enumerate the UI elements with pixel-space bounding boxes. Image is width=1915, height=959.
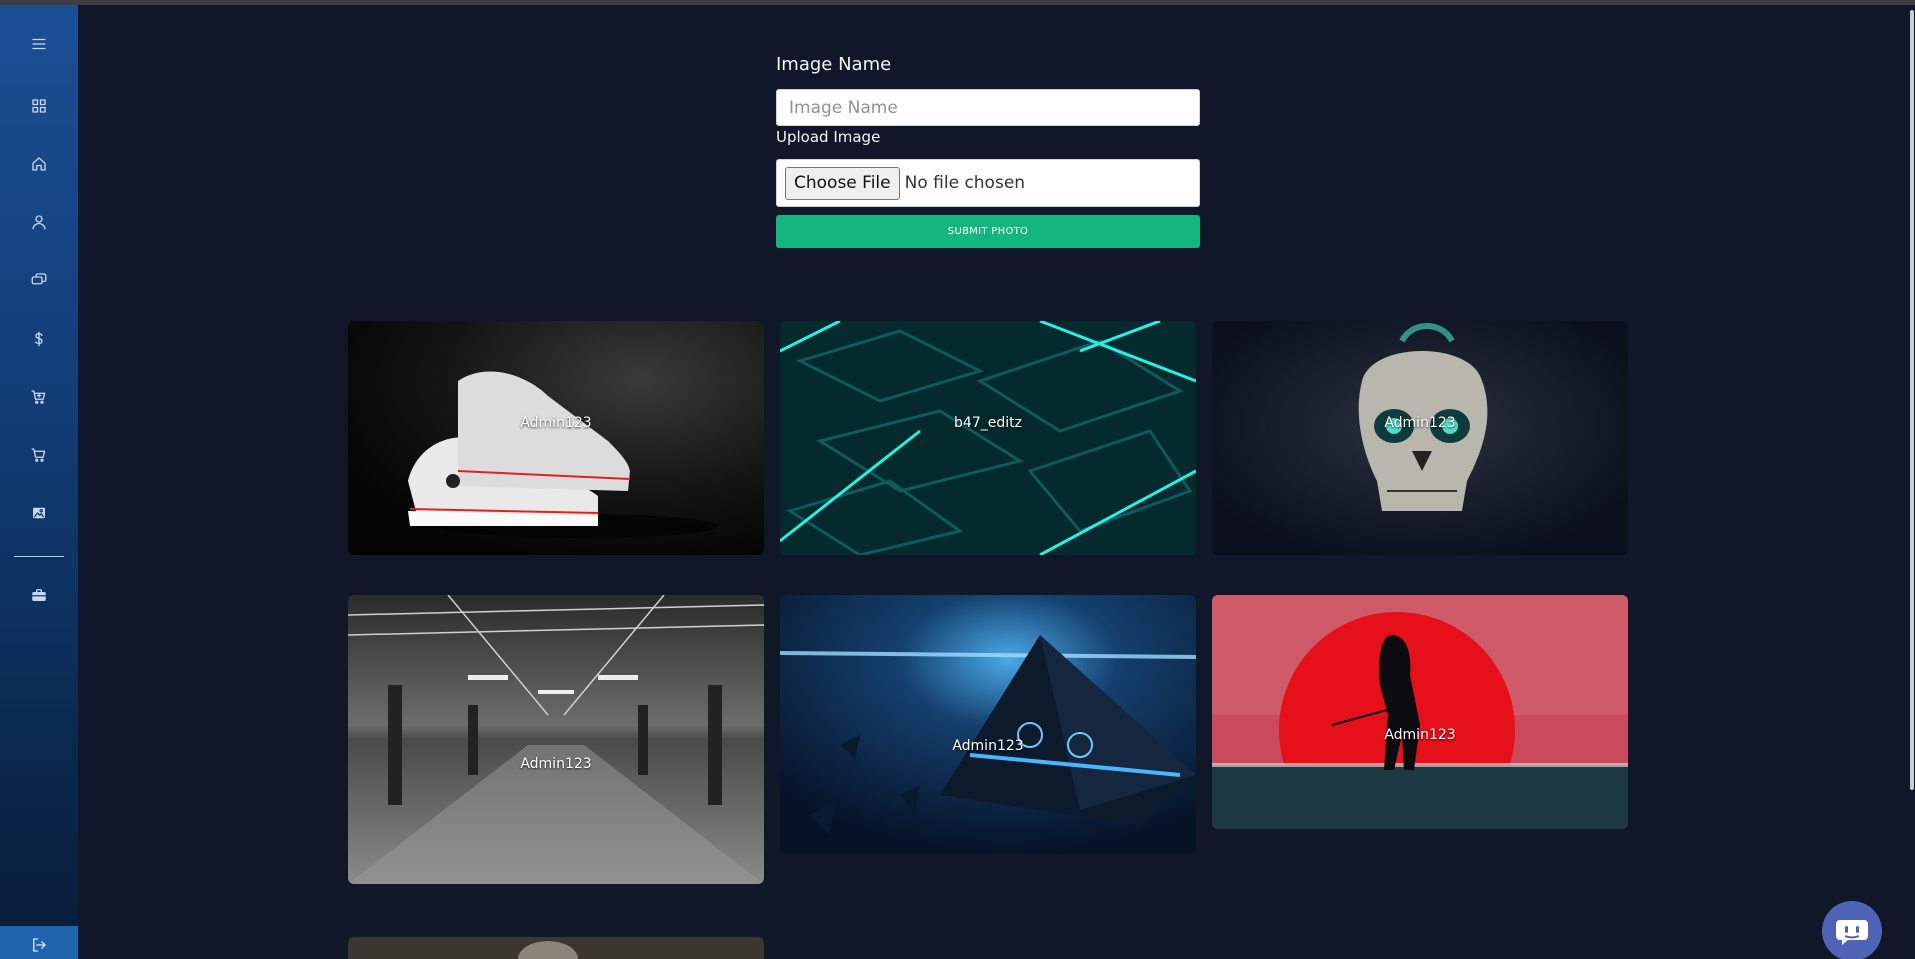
sidebar-divider xyxy=(14,556,64,557)
image-icon[interactable] xyxy=(24,498,54,528)
gallery-image xyxy=(780,321,1196,555)
browser-top-edge xyxy=(0,0,1915,5)
briefcase-icon[interactable] xyxy=(24,580,54,610)
upload-form: Image Name Upload Image Choose File No f… xyxy=(776,52,1200,248)
dollar-icon[interactable] xyxy=(24,324,54,354)
gallery-card-author: Admin123 xyxy=(952,738,1024,754)
cart-icon[interactable] xyxy=(24,440,54,470)
gallery-card-author: Admin123 xyxy=(520,415,592,431)
gallery-image xyxy=(348,321,764,555)
gallery-image xyxy=(780,595,1196,854)
dashboard-icon[interactable] xyxy=(24,91,54,121)
logout-button[interactable] xyxy=(0,926,78,959)
gallery-image xyxy=(1212,595,1628,829)
sidebar xyxy=(0,5,78,959)
gallery-card[interactable]: Admin123 xyxy=(348,595,764,884)
gallery-image xyxy=(348,595,764,884)
chat-icon[interactable] xyxy=(24,265,54,295)
gallery-card[interactable] xyxy=(348,937,764,959)
file-input[interactable]: Choose File No file chosen xyxy=(776,159,1200,207)
image-name-label: Image Name xyxy=(776,54,892,75)
gallery-card[interactable]: Admin123 xyxy=(348,321,764,555)
gallery-image xyxy=(348,937,764,959)
gallery-card[interactable]: Admin123 xyxy=(780,595,1196,854)
logout-icon xyxy=(33,938,46,952)
image-name-input[interactable] xyxy=(776,89,1200,126)
menu-icon[interactable] xyxy=(24,29,54,59)
choose-file-button[interactable]: Choose File xyxy=(785,166,900,200)
gallery-image xyxy=(1212,321,1628,555)
gallery-card[interactable]: b47_editz xyxy=(780,321,1196,555)
home-icon[interactable] xyxy=(24,149,54,179)
gallery-card-author: Admin123 xyxy=(1384,415,1456,431)
upload-image-label: Upload Image xyxy=(776,128,881,146)
submit-photo-button[interactable]: SUBMIT PHOTO xyxy=(776,215,1200,248)
cart-add-icon[interactable] xyxy=(24,382,54,412)
chatbot-button[interactable] xyxy=(1822,901,1882,959)
gallery-card[interactable]: Admin123 xyxy=(1212,595,1628,829)
file-status-text: No file chosen xyxy=(904,173,1026,193)
gallery-card-author: Admin123 xyxy=(520,756,592,772)
user-icon[interactable] xyxy=(24,207,54,237)
gallery-card[interactable]: Admin123 xyxy=(1212,321,1628,555)
chatbot-icon xyxy=(1836,920,1868,945)
scrollbar-thumb[interactable] xyxy=(1910,10,1914,790)
gallery-card-author: Admin123 xyxy=(1384,727,1456,743)
gallery-card-author: b47_editz xyxy=(954,415,1022,431)
